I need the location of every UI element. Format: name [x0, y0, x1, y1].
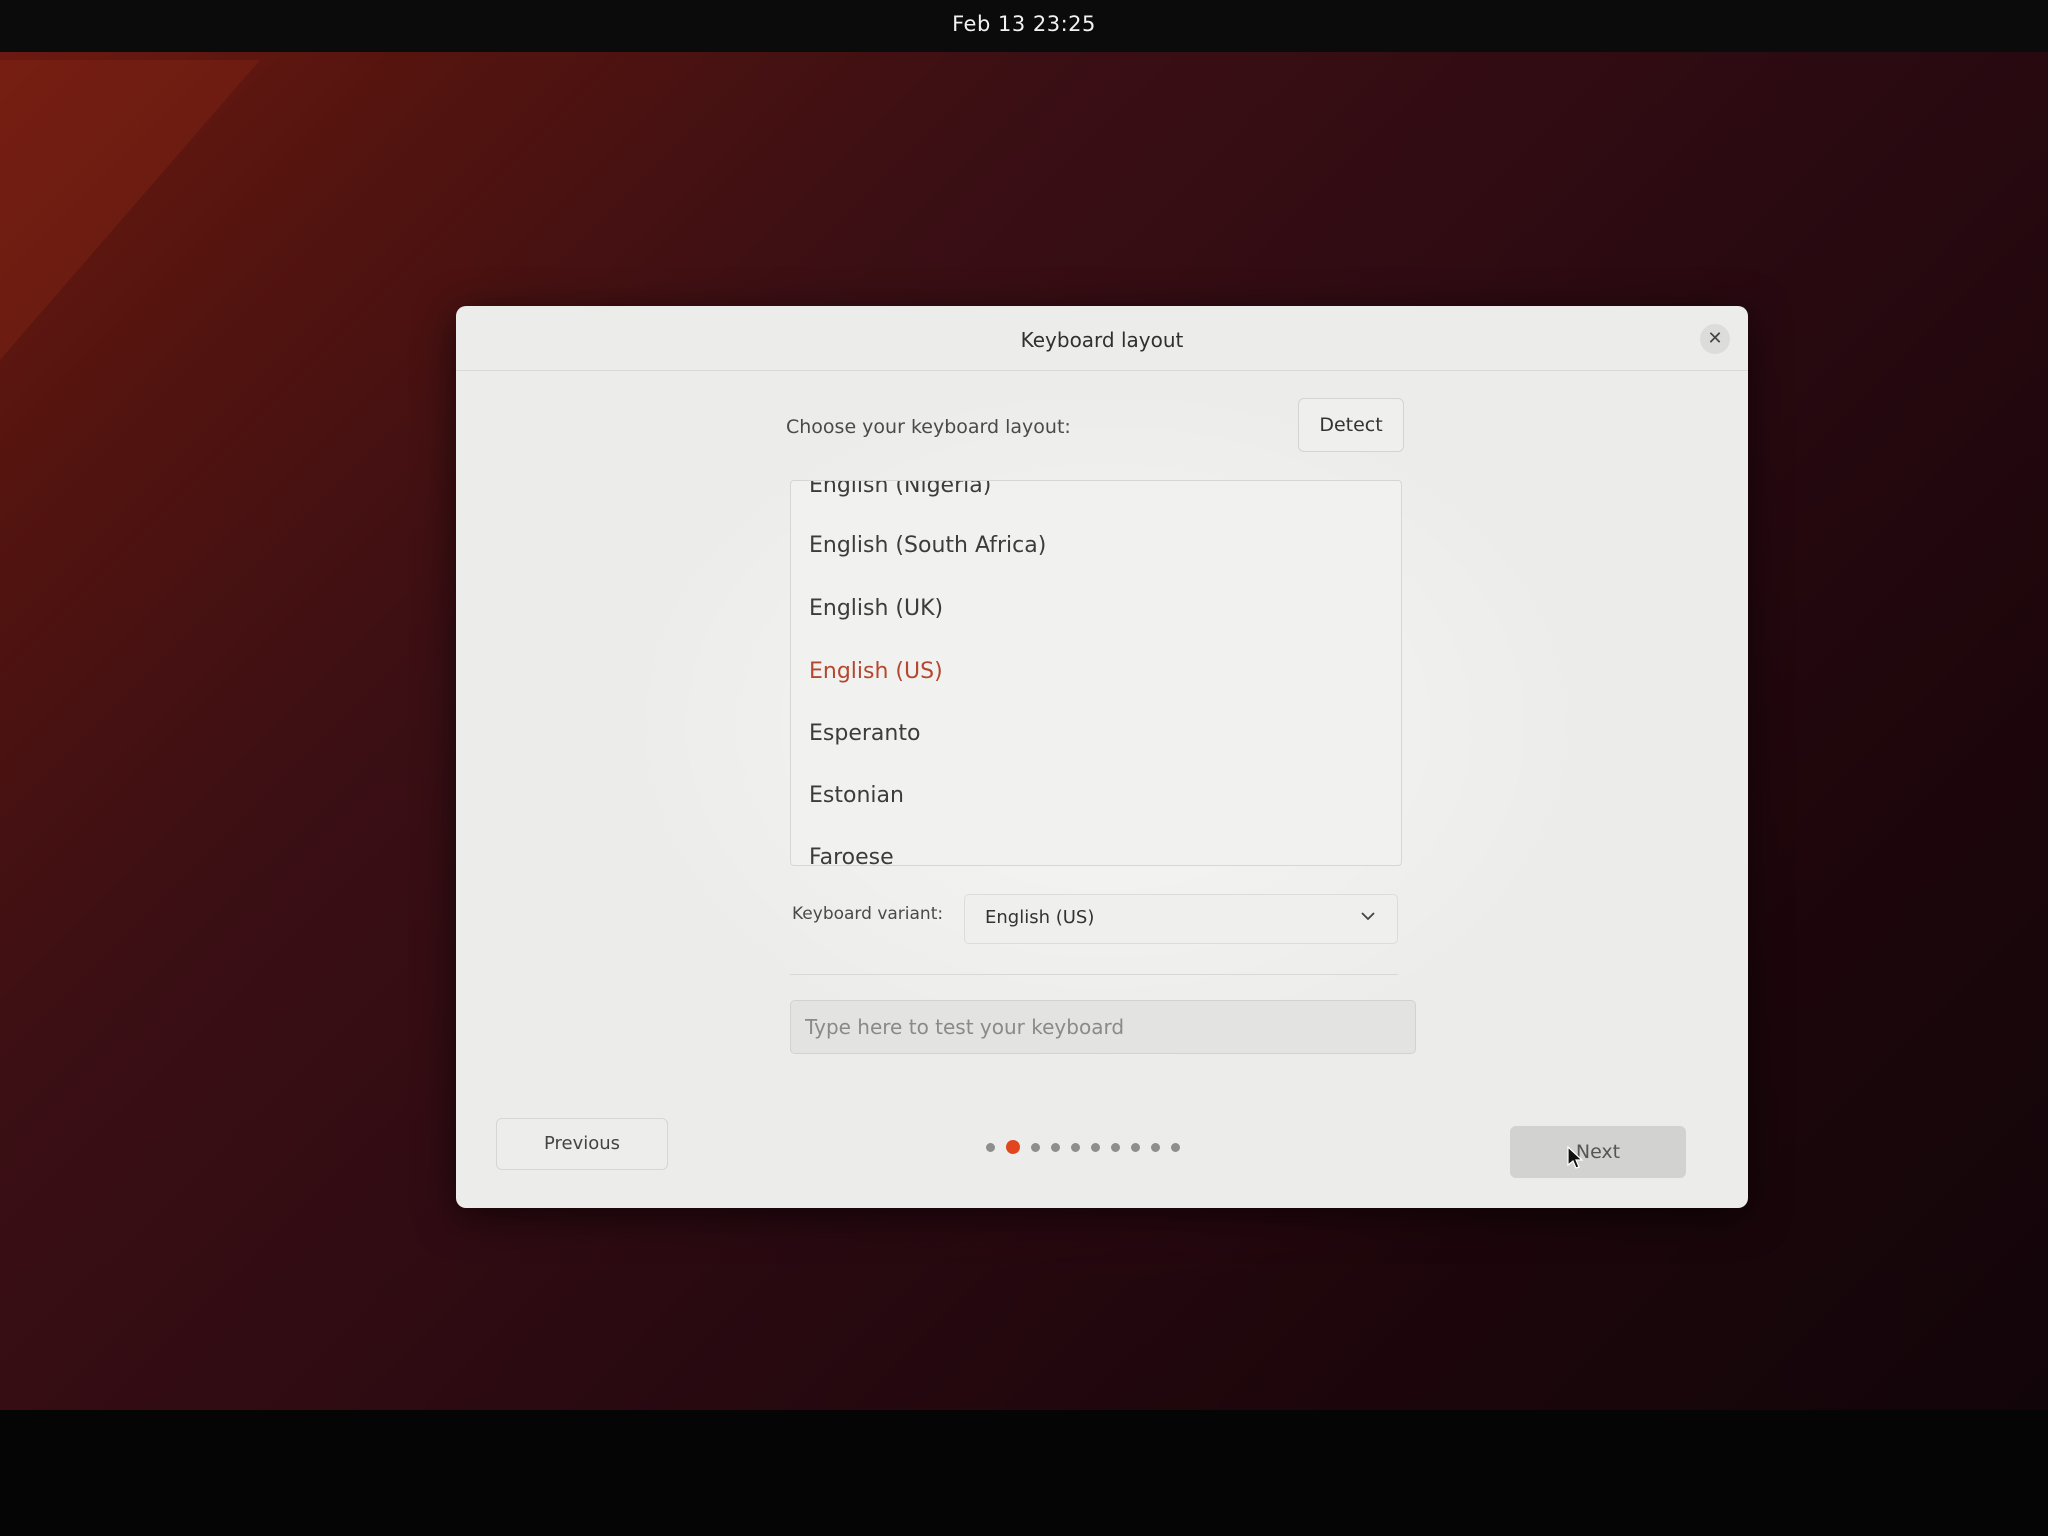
variant-dropdown[interactable]: English (US) [964, 894, 1398, 944]
progress-dot [1131, 1142, 1140, 1152]
layout-item[interactable]: English (South Africa) [809, 533, 1046, 558]
progress-dot [1151, 1142, 1160, 1152]
progress-dot [1071, 1142, 1080, 1152]
layout-item[interactable]: Esperanto [809, 721, 920, 746]
dialog-title: Keyboard layout [1020, 328, 1184, 352]
layout-item[interactable]: Faroese [809, 845, 894, 865]
progress-dot [1091, 1142, 1100, 1152]
clock[interactable]: Feb 13 23:25 [0, 12, 2048, 36]
variant-label: Keyboard variant: [792, 904, 944, 924]
variant-value: English (US) [985, 907, 1095, 928]
progress-dot [1111, 1142, 1120, 1152]
layout-label: Choose your keyboard layout: [786, 416, 1071, 438]
mouse-cursor-icon [1567, 1146, 1584, 1169]
progress-dots [986, 1140, 1180, 1154]
previous-button[interactable]: Previous [496, 1118, 668, 1170]
detect-button[interactable]: Detect [1298, 398, 1404, 452]
layout-item[interactable]: English (Nigeria) [809, 481, 991, 498]
progress-dot [1171, 1142, 1180, 1152]
keyboard-layout-dialog: Keyboard layout ✕ Choose your keyboard l… [456, 306, 1748, 1208]
progress-dot [986, 1142, 995, 1152]
layout-item[interactable]: Estonian [809, 783, 904, 808]
keyboard-test-input[interactable] [790, 1000, 1416, 1054]
close-icon: ✕ [1707, 328, 1723, 349]
close-button[interactable]: ✕ [1700, 324, 1730, 354]
bottom-bezel [0, 1410, 2048, 1536]
screen: Feb 13 23:25 Keyboard layout ✕ Choose yo… [0, 0, 2048, 1536]
progress-dot [1031, 1142, 1040, 1152]
layout-item-selected[interactable]: English (US) [809, 659, 943, 684]
layout-item[interactable]: English (UK) [809, 596, 943, 621]
layout-list[interactable]: English (Nigeria) English (South Africa)… [790, 480, 1402, 866]
dialog-header: Keyboard layout ✕ [456, 306, 1748, 371]
next-button[interactable]: Next [1510, 1126, 1686, 1178]
chevron-down-icon [1361, 912, 1375, 921]
top-bar: Feb 13 23:25 [0, 0, 2048, 52]
progress-dot-active [1006, 1140, 1020, 1154]
progress-dot [1051, 1142, 1060, 1152]
divider [790, 974, 1398, 975]
